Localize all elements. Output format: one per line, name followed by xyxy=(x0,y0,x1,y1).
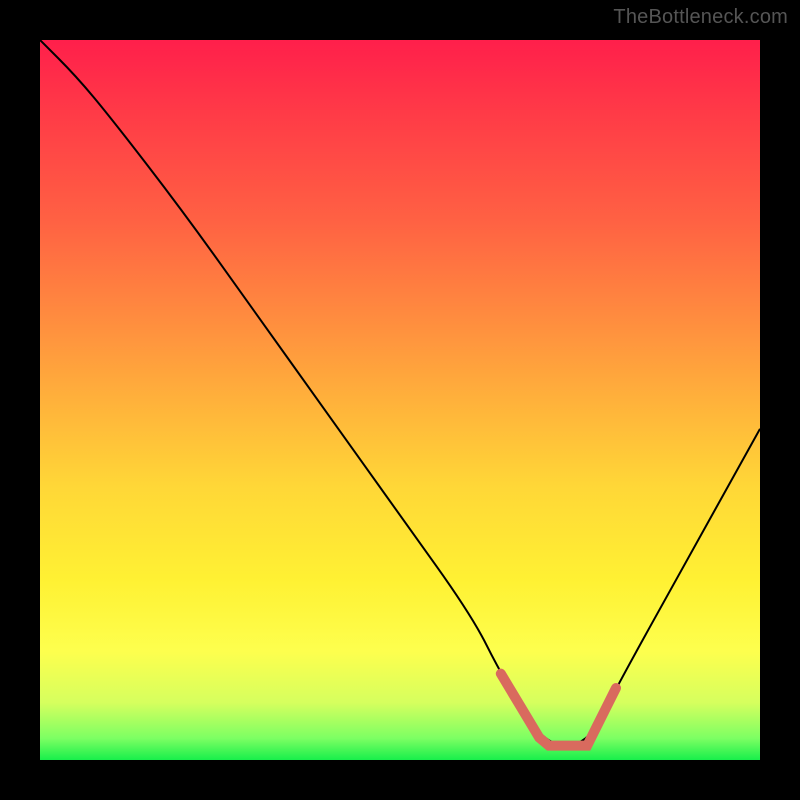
chart-svg xyxy=(40,40,760,760)
attribution-text: TheBottleneck.com xyxy=(613,6,788,29)
plot-area xyxy=(40,40,760,760)
optimal-range-overlay xyxy=(501,674,616,746)
bottleneck-curve xyxy=(40,40,760,746)
